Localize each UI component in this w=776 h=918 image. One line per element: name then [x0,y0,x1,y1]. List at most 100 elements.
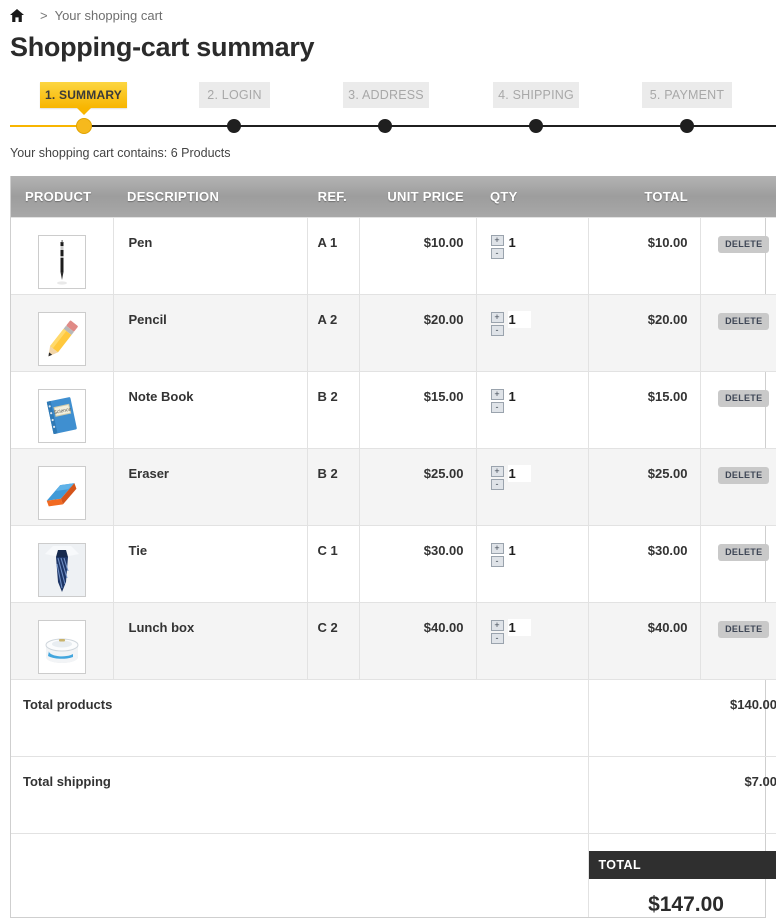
quantity-input[interactable] [508,388,531,405]
stepper-dot-address[interactable] [378,119,392,133]
total-shipping-value: $7.00 [588,757,776,834]
product-image-cell [11,449,113,526]
product-line-total: $30.00 [588,526,700,603]
quantity-stepper[interactable]: +- [491,543,587,567]
breadcrumb-current[interactable]: Your shopping cart [55,8,163,23]
delete-button[interactable]: DELETE [718,236,769,253]
product-image-cell [11,603,113,680]
step-shipping[interactable]: 4. SHIPPING [493,82,579,108]
product-actions-cell: DELETE [700,295,776,372]
product-qty-cell: +- [476,526,588,603]
delete-button[interactable]: DELETE [718,390,769,407]
quantity-input[interactable] [508,465,531,482]
product-line-total: $25.00 [588,449,700,526]
product-description[interactable]: Eraser [113,449,307,526]
product-description[interactable]: Tie [113,526,307,603]
product-description[interactable]: Pencil [113,295,307,372]
product-ref: A 1 [307,218,359,295]
product-ref: B 2 [307,449,359,526]
grand-total-spacer [11,834,588,918]
product-qty-cell: +- [476,295,588,372]
total-products-value: $140.00 [588,680,776,757]
product-description[interactable]: Pen [113,218,307,295]
stepper-track-completed [10,125,83,127]
page-title: Shopping-cart summary [10,30,776,64]
product-actions-cell: DELETE [700,449,776,526]
cart-table-body: PenA 1$10.00+-$10.00DELETEPencilA 2$20.0… [11,218,776,680]
total-products-row: Total products $140.00 [11,680,776,757]
product-unit-price: $15.00 [359,372,476,449]
quantity-input[interactable] [508,542,531,559]
product-unit-price: $25.00 [359,449,476,526]
quantity-decrease-button[interactable]: - [491,633,504,644]
pen-thumbnail-icon[interactable] [38,235,86,289]
quantity-decrease-button[interactable]: - [491,556,504,567]
product-line-total: $20.00 [588,295,700,372]
pencil-thumbnail-icon[interactable] [38,312,86,366]
step-payment[interactable]: 5. PAYMENT [642,82,732,108]
total-products-label: Total products [11,680,588,757]
notebook-thumbnail-icon[interactable]: Science [38,389,86,443]
stepper-dot-summary[interactable] [76,118,92,134]
quantity-spin-buttons: +- [491,620,504,644]
product-line-total: $10.00 [588,218,700,295]
product-actions-cell: DELETE [700,372,776,449]
quantity-increase-button[interactable]: + [491,389,504,400]
eraser-thumbnail-icon[interactable] [38,466,86,520]
product-description[interactable]: Note Book [113,372,307,449]
quantity-input[interactable] [508,234,531,251]
stepper-dot-login[interactable] [227,119,241,133]
stepper-dot-shipping[interactable] [529,119,543,133]
stepper-track [10,125,776,127]
quantity-decrease-button[interactable]: - [491,402,504,413]
header-unit-price: UNIT PRICE [359,176,476,218]
delete-button[interactable]: DELETE [718,621,769,638]
product-actions-cell: DELETE [700,218,776,295]
step-summary[interactable]: 1. SUMMARY [40,82,127,108]
product-ref: C 2 [307,603,359,680]
step-login[interactable]: 2. LOGIN [199,82,270,108]
quantity-decrease-button[interactable]: - [491,325,504,336]
delete-button[interactable]: DELETE [718,313,769,330]
product-image-cell [11,295,113,372]
quantity-stepper[interactable]: +- [491,466,587,490]
quantity-increase-button[interactable]: + [491,466,504,477]
grand-total-cell: TOTAL $147.00 [588,834,776,918]
delete-button[interactable]: DELETE [718,544,769,561]
quantity-decrease-button[interactable]: - [491,248,504,259]
stepper-dot-payment[interactable] [680,119,694,133]
table-row: Lunch boxC 2$40.00+-$40.00DELETE [11,603,776,680]
delete-button[interactable]: DELETE [718,467,769,484]
quantity-input[interactable] [508,311,531,328]
quantity-increase-button[interactable]: + [491,312,504,323]
tie-thumbnail-icon[interactable] [38,543,86,597]
cart-count-text: Your shopping cart contains: 6 Products [10,146,776,160]
product-ref: C 1 [307,526,359,603]
product-line-total: $15.00 [588,372,700,449]
quantity-increase-button[interactable]: + [491,235,504,246]
product-qty-cell: +- [476,603,588,680]
header-actions [700,176,776,218]
cart-totals-body: Total products $140.00 Total shipping $7… [11,680,776,918]
cart-table: PRODUCT DESCRIPTION REF. UNIT PRICE QTY … [11,176,776,917]
breadcrumb: > Your shopping cart [0,0,776,26]
quantity-spin-buttons: +- [491,312,504,336]
quantity-spin-buttons: +- [491,389,504,413]
quantity-stepper[interactable]: +- [491,620,587,644]
quantity-stepper[interactable]: +- [491,312,587,336]
product-line-total: $40.00 [588,603,700,680]
quantity-input[interactable] [508,619,531,636]
breadcrumb-separator: > [40,8,48,23]
home-icon[interactable] [10,9,24,22]
quantity-stepper[interactable]: +- [491,389,587,413]
quantity-decrease-button[interactable]: - [491,479,504,490]
quantity-increase-button[interactable]: + [491,620,504,631]
quantity-increase-button[interactable]: + [491,543,504,554]
table-row: EraserB 2$25.00+-$25.00DELETE [11,449,776,526]
table-row: ScienceNote BookB 2$15.00+-$15.00DELETE [11,372,776,449]
product-description[interactable]: Lunch box [113,603,307,680]
step-address[interactable]: 3. ADDRESS [343,82,429,108]
quantity-stepper[interactable]: +- [491,235,587,259]
product-ref: A 2 [307,295,359,372]
lunchbox-thumbnail-icon[interactable] [38,620,86,674]
